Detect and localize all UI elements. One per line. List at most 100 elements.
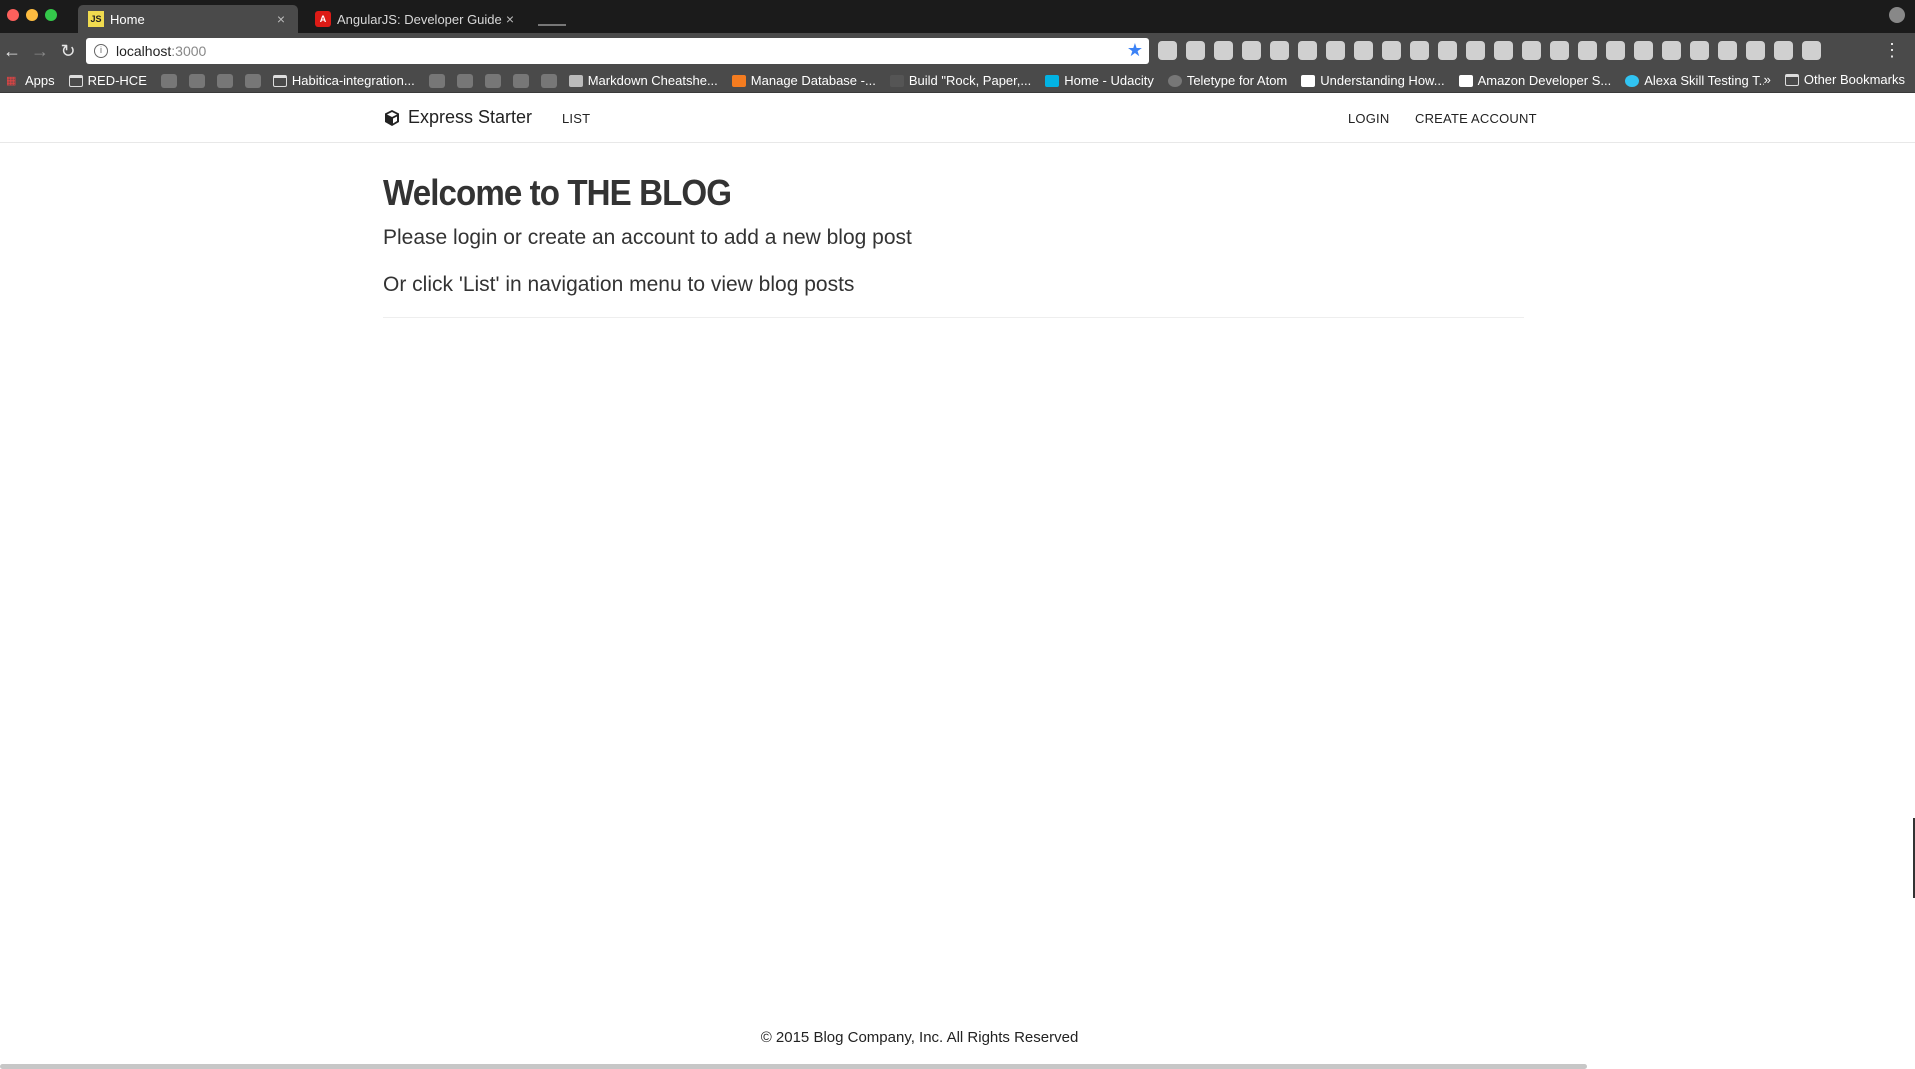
- amazon-icon: [1301, 74, 1316, 87]
- cube-icon: [385, 109, 399, 126]
- bookmark-teletype[interactable]: Teletype for Atom: [1167, 73, 1288, 88]
- extension-icon[interactable]: [1494, 41, 1513, 60]
- extension-icons: [1158, 41, 1821, 60]
- minimize-window-button[interactable]: [26, 9, 38, 21]
- tab-title: AngularJS: Developer Guide: F: [337, 11, 503, 27]
- bookmark-label: Alexa Skill Testing T...: [1644, 73, 1770, 88]
- profile-icon[interactable]: [1889, 7, 1905, 23]
- folder-icon: [68, 74, 83, 87]
- extension-icon[interactable]: [1774, 41, 1793, 60]
- extension-icon[interactable]: [1606, 41, 1625, 60]
- bookmark-alexa-testing[interactable]: Alexa Skill Testing T...: [1625, 73, 1770, 88]
- close-window-button[interactable]: [7, 9, 19, 21]
- extension-icon[interactable]: [1298, 41, 1317, 60]
- brand-link[interactable]: Express Starter: [383, 107, 532, 128]
- bookmarks-right: » Other Bookmarks: [1763, 72, 1905, 87]
- menu-icon[interactable]: ⋮: [1883, 40, 1901, 60]
- copyright-text: © 2015 Blog Company, Inc. All Rights Res…: [760, 1029, 1079, 1046]
- extension-icon[interactable]: [1270, 41, 1289, 60]
- alexa-icon: [1625, 74, 1640, 87]
- bookmark-udacity[interactable]: Home - Udacity: [1045, 73, 1154, 88]
- tab-angularjs-guide[interactable]: A AngularJS: Developer Guide: F ×: [305, 5, 527, 33]
- extension-icon[interactable]: [1326, 41, 1345, 60]
- browser-toolbar: ← → ↻ i localhost:3000 ★ ⋮: [0, 33, 1915, 69]
- bookmark-label: Home - Udacity: [1064, 73, 1154, 88]
- bookmark-label: Other Bookmarks: [1803, 72, 1905, 87]
- extension-icon[interactable]: [1690, 41, 1709, 60]
- bookmark-icon-only[interactable]: [244, 73, 261, 88]
- bookmark-label: Understanding How...: [1320, 73, 1445, 88]
- bookmarks-overflow-button[interactable]: »: [1764, 72, 1771, 87]
- extension-icon[interactable]: [1578, 41, 1597, 60]
- zoom-window-button[interactable]: [45, 9, 57, 21]
- extension-icon[interactable]: [1158, 41, 1177, 60]
- browser-titlebar: JS Home × A AngularJS: Developer Guide: …: [0, 0, 1915, 33]
- info-icon[interactable]: i: [94, 44, 108, 58]
- bookmark-label: Manage Database -...: [750, 73, 876, 88]
- new-tab-button[interactable]: [538, 12, 566, 26]
- bookmark-manage-database[interactable]: Manage Database -...: [731, 73, 876, 88]
- bookmark-apps[interactable]: ▦ Apps: [6, 73, 55, 88]
- folder-icon: [1784, 73, 1799, 86]
- site-navbar: Express Starter LIST LOGIN CREATE ACCOUN…: [0, 94, 1915, 143]
- bookmark-label: RED-HCE: [87, 73, 147, 88]
- bookmark-other-bookmarks[interactable]: Other Bookmarks: [1784, 72, 1905, 87]
- nav-create-account-link[interactable]: CREATE ACCOUNT: [1415, 111, 1537, 126]
- bookmark-build-rock-paper[interactable]: Build "Rock, Paper,...: [889, 73, 1031, 88]
- back-arrow-icon[interactable]: ←: [0, 39, 24, 63]
- extension-icon[interactable]: [1186, 41, 1205, 60]
- angular-icon: A: [315, 11, 331, 27]
- login-prompt-text: Please login or create an account to add…: [383, 226, 912, 249]
- address-bar[interactable]: i localhost:3000 ★: [86, 38, 1149, 64]
- extension-icon[interactable]: [1242, 41, 1261, 60]
- extension-icon[interactable]: [1466, 41, 1485, 60]
- extension-icon[interactable]: [1662, 41, 1681, 60]
- bookmark-icon-only[interactable]: [216, 73, 233, 88]
- close-icon[interactable]: ×: [274, 11, 288, 27]
- atom-icon: [1167, 74, 1182, 87]
- bookmark-label: Teletype for Atom: [1186, 73, 1288, 88]
- divider: [383, 317, 1524, 318]
- list-prompt-text: Or click 'List' in navigation menu to vi…: [383, 273, 855, 296]
- url-port: :3000: [171, 43, 207, 59]
- bookmark-habitica[interactable]: Habitica-integration...: [272, 73, 415, 88]
- extension-icon[interactable]: [1410, 41, 1429, 60]
- nav-login-link[interactable]: LOGIN: [1348, 111, 1389, 126]
- tab-home[interactable]: JS Home ×: [78, 5, 298, 33]
- bookmark-amazon-developer[interactable]: Amazon Developer S...: [1458, 73, 1612, 88]
- folder-icon: [272, 74, 287, 87]
- bookmark-markdown[interactable]: Markdown Cheatshe...: [568, 73, 718, 88]
- extension-icon[interactable]: [1746, 41, 1765, 60]
- bookmark-icon-only[interactable]: [456, 73, 473, 88]
- bookmark-understanding-how[interactable]: Understanding How...: [1301, 73, 1445, 88]
- bookmark-icon-only[interactable]: [540, 73, 557, 88]
- bookmark-red-hce[interactable]: RED-HCE: [68, 73, 147, 88]
- forward-arrow-icon[interactable]: →: [28, 39, 52, 63]
- udacity-icon: [1045, 74, 1060, 87]
- reload-icon[interactable]: ↻: [56, 39, 80, 63]
- bookmark-icon-only[interactable]: [484, 73, 501, 88]
- bookmark-icon-only[interactable]: [160, 73, 177, 88]
- bookmark-icon-only[interactable]: [428, 73, 445, 88]
- extension-icon[interactable]: [1522, 41, 1541, 60]
- url-host: localhost: [116, 43, 172, 59]
- extension-icon[interactable]: [1634, 41, 1653, 60]
- extension-icon[interactable]: [1382, 41, 1401, 60]
- bookmark-icon-only[interactable]: [188, 73, 205, 88]
- nav-list-link[interactable]: LIST: [562, 111, 590, 126]
- close-icon[interactable]: ×: [503, 11, 517, 27]
- extension-icon[interactable]: [1802, 41, 1821, 60]
- apps-grid-icon: ▦: [6, 74, 17, 87]
- bookmark-icon-only[interactable]: [512, 73, 529, 88]
- horizontal-scrollbar[interactable]: [0, 1064, 1587, 1069]
- extension-icon[interactable]: [1354, 41, 1373, 60]
- bookmark-label: Amazon Developer S...: [1477, 73, 1612, 88]
- page-title: Welcome to THE BLOG: [383, 172, 732, 213]
- bookmark-star-icon[interactable]: ★: [1127, 40, 1143, 61]
- extension-icon[interactable]: [1438, 41, 1457, 60]
- brand-name: Express Starter: [408, 107, 533, 127]
- page-icon: [889, 74, 904, 87]
- extension-icon[interactable]: [1718, 41, 1737, 60]
- extension-icon[interactable]: [1214, 41, 1233, 60]
- extension-icon[interactable]: [1550, 41, 1569, 60]
